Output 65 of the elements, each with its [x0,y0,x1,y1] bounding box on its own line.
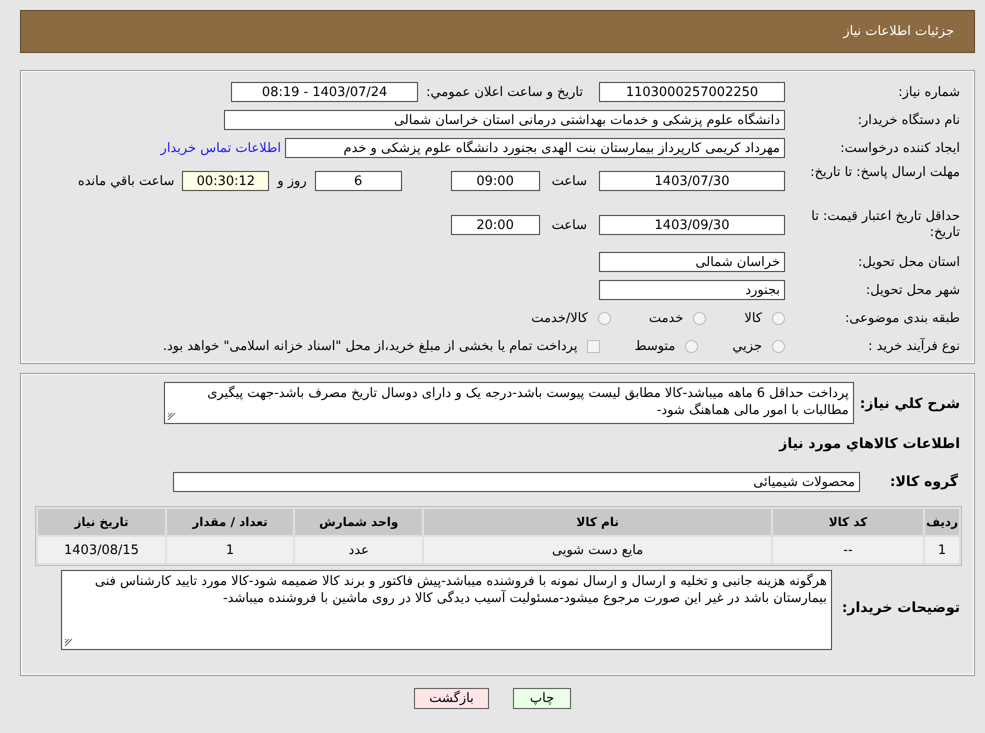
field-label: تاریخ و ساعت اعلان عمومي: [426,84,583,100]
table-cell: 1403/08/15 [38,537,165,563]
text-field[interactable]: محصولات شیمیائی [173,472,860,492]
field-label: اطلاعات کالاهاي مورد نياز [779,436,960,452]
table-cell: 1 [925,537,959,563]
page-title: جزئیات اطلاعات نیاز [843,24,954,39]
text-field[interactable]: خراسان شمالی [599,252,785,272]
text-field[interactable]: 09:00 [450,171,540,191]
text-area-text: پرداخت حداقل 6 ماهه میباشد-کالا مطابق لیست پیوست باشد-درجه یک و دارای دوسال تاریخ مصرف باشد-جهت پیگیری مطالبات با امور مالی هماهنگ شود- [207,386,849,418]
field-label: گروه کالا: [888,474,959,490]
column-header: تاریخ نیاز [38,509,165,535]
text-field[interactable]: 1103000257002250 [599,82,785,102]
option-label: جزيي [732,338,762,354]
radio-button[interactable] [772,312,785,324]
column-header: نام کالا [424,509,771,535]
field-label: شرح کلي نياز: [860,396,960,412]
text-field[interactable]: مهرداد کریمی کارپرداز بیمارستان بنت الهدی بجنورد دانشگاه علوم پزشکی و خدم [285,138,785,158]
column-header: تعداد / مقدار [166,509,294,535]
table-cell: 1 [166,537,294,563]
text-field[interactable]: 6 [314,171,402,191]
field-label: ایجاد کننده درخواست: [839,140,960,156]
table-cell: -- [772,537,924,563]
field-label: ساعت [552,174,587,188]
text-area[interactable] [60,570,832,650]
text-field[interactable]: 1403/09/30 [599,215,785,235]
field-label: مهلت ارسال پاسخ: تا تاریخ: [809,165,960,181]
text-area-text: هرگونه هزینه جانبی و تخلیه و ارسال و ارسال نمونه با فروشنده میباشد-پیش فاکتور و برند کالا ضمیمه شود-کالا مورد تایید کارشناس فنی بیمارستان باشد در غیر این صورت مرجوع میشود-مسئولیت آسیب دیدگی کالا در روی ماشین با فروشنده میباشد- [94,574,827,606]
field-label: توضیحات خریدار: [842,600,960,616]
field-label: ساعت [552,218,587,232]
radio-button[interactable] [598,312,611,324]
text-field[interactable]: 1403/07/30 [599,171,785,191]
radio-button[interactable] [693,312,706,324]
option-label: کالا [744,310,762,326]
text-field[interactable]: دانشگاه علوم پزشکی و خدمات بهداشتی درمانی استان خراسان شمالی [224,110,785,130]
field-label: طبقه بندی موضوعی: [844,310,960,326]
option-label: خدمت [648,310,684,326]
field-label: ساعت باقي مانده [78,174,174,188]
field-label: روز و [277,174,307,188]
field-label: استان محل تحویل: [857,254,960,270]
print-button[interactable]: چاپ [513,688,571,709]
checkbox[interactable] [587,340,600,352]
field-label: شهر محل تحویل: [864,282,960,298]
table-cell: عدد [295,537,422,563]
text-field[interactable]: بجنورد [599,280,785,300]
field-label: نوع فرآیند خرید : [867,338,960,354]
radio-button[interactable] [685,340,698,352]
text-field[interactable]: 1403/07/24 - 08:19 [231,82,418,102]
text-field[interactable]: 00:30:12 [182,171,270,191]
option-label: پرداخت تمام یا بخشی از مبلغ خرید،از محل "اسناد خزانه اسلامی" خواهد بود. [162,338,578,354]
column-header: واحد شمارش [295,509,422,535]
table-cell: مایع دست شویی [424,537,771,563]
option-label: متوسط [634,338,676,354]
column-header: کد کالا [772,509,924,535]
field-label: شماره نیاز: [897,84,960,100]
resize-grip-icon[interactable] [166,412,176,421]
back-button[interactable]: بازگشت [414,688,489,709]
option-label: کالا/خدمت [531,310,588,326]
resize-grip-icon[interactable] [64,638,73,647]
text-field[interactable]: 20:00 [450,215,540,235]
field-label: نام دستگاه خریدار: [856,112,960,128]
field-label: حداقل تاریخ اعتبار قیمت: تا تاریخ: [810,209,960,241]
column-header: ردیف [925,509,959,535]
text-area[interactable]: پرداخت حداقل 6 ماهه میباشد-کالا مطابق لیست پیوست باشد-درجه یک و دارای دوسال تاریخ مصرف باشد-جهت پیگیری مطالبات با امور مالی هماهنگ شود- [164,382,854,424]
radio-button[interactable] [772,340,785,352]
contact-link[interactable]: اطلاعات تماس خریدار [160,140,281,156]
